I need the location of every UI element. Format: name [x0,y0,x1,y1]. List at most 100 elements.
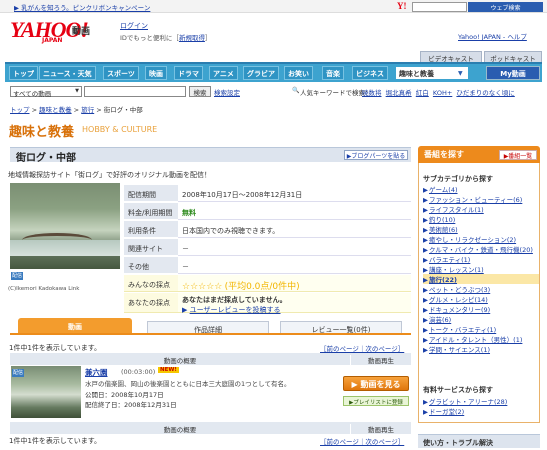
video-search-button[interactable]: 検索 [189,86,211,97]
paid-label[interactable]: ドーガ堂(2) [429,408,464,416]
breadcrumb-top[interactable]: トップ [10,106,30,114]
keyword-link[interactable]: ひだまりのなく頃に [456,89,514,97]
subcategory-item[interactable]: ▶グルメ・レシピ(14) [423,294,539,304]
login-link[interactable]: ログイン [120,21,148,31]
web-search-input[interactable] [412,2,467,12]
cat-tab-gravure[interactable]: グラビア [243,66,279,80]
search-settings-link[interactable]: 検索設定 [214,87,240,97]
subcategory-label[interactable]: ペット・どうぶつ(3) [429,286,490,294]
subcategory-heading: サブカテゴリから探す [423,175,493,183]
subcategory-item[interactable]: ▶バラエティ(1) [423,254,539,264]
new-badge: NEW! [158,367,179,373]
cat-tab-movies[interactable]: 映画 [145,66,167,80]
subcategory-label[interactable]: グルメ・レシピ(14) [429,296,488,304]
subcategory-label[interactable]: ゲーム(4) [429,186,458,194]
paid-heading: 有料サービスから探す [423,386,493,394]
subcategory-label[interactable]: 学問・サイエンス(1) [429,346,490,354]
my-douga-button[interactable]: My動画 [486,66,540,80]
subcategory-label[interactable]: バラエティ(1) [429,256,470,264]
video-title-link[interactable]: 兼六園 [85,367,108,378]
subcategory-label[interactable]: 癒やし・リラクゼーション(2) [429,236,516,244]
subcategory-item[interactable]: ▶癒やし・リラクゼーション(2) [423,234,539,244]
cat-tab-comedy[interactable]: お笑い [284,66,313,80]
subcategory-label[interactable]: 演芸(6) [429,316,451,324]
subcategory-item[interactable]: ▶講座・レッスン(1) [423,264,539,274]
yahoo-small-logo[interactable]: Y! [397,1,407,11]
blogparts-button[interactable]: ▶ブログパーツを貼る [344,150,408,160]
program-list-button[interactable]: ▶番組一覧 [499,150,537,160]
search-scope-value: すべての動画 [13,90,52,98]
arrow-icon: ▶ [423,316,428,324]
cat-tab-news[interactable]: ニュース・天気 [39,66,96,80]
info-label: 配信期間 [124,185,178,202]
watch-video-button[interactable]: ▶ 動画を見る [343,376,409,391]
service-name: 動画 [72,27,91,37]
tab-videocast[interactable]: ビデオキャスト [420,51,482,63]
keyword-link[interactable]: 紅白 [416,89,429,97]
header-links[interactable]: Yahoo! JAPAN - ヘルプ [458,31,527,41]
subcategory-label[interactable]: ファッション・ビューティー(6) [429,196,522,204]
search-scope-select[interactable]: すべての動画 ▼ [10,86,82,98]
subcategory-label[interactable]: アイドル・タレント（男性）(1) [429,336,522,344]
search-icon: 🔍 [292,87,300,94]
cat-tab-music[interactable]: 音楽 [322,66,344,80]
subcategory-item[interactable]: ▶旅行(22) [423,274,539,284]
list-header: 動画の概要 動画再生 [10,353,411,365]
program-description: 地域情報探訪サイト「街ログ」で好評のオリジナル動画を配信！ [8,171,211,179]
video-end-date: 配信終了日：2008年12月31日 [85,401,177,409]
cat-tab-business[interactable]: ビジネス [352,66,388,80]
my-rating-label: あなたの採点 [124,293,178,313]
cat-tab-drama[interactable]: ドラマ [174,66,203,80]
paid-label[interactable]: グラビット・アリーナ(28) [429,398,507,406]
web-search-button[interactable]: ウェブ検索 [468,2,543,12]
subcategory-label[interactable]: トーク・バラエティ(1) [429,326,496,334]
subcategory-label[interactable]: 釣り(10) [429,216,455,224]
subcategory-label[interactable]: クルマ・バイク・鉄道・飛行機(20) [429,246,533,254]
subcategory-item[interactable]: ▶ペット・どうぶつ(3) [423,284,539,294]
subcategory-item[interactable]: ▶学問・サイエンス(1) [423,344,539,354]
arrow-icon: ▶ [423,346,428,354]
subcategory-label[interactable]: 美術館(6) [429,226,458,234]
post-review-link[interactable]: ユーザーレビューを投稿する [190,306,281,314]
subcategory-item[interactable]: ▶ドキュメンタリー(9) [423,304,539,314]
subcategory-item[interactable]: ▶演芸(6) [423,314,539,324]
paid-item[interactable]: ▶ドーガ堂(2) [423,406,539,416]
keyword-link[interactable]: KOH+ [433,89,452,97]
breadcrumb-hobby[interactable]: 趣味と教養 [39,106,72,114]
subcategory-label[interactable]: ドキュメンタリー(9) [429,306,490,314]
subcategory-label[interactable]: 旅行(22) [429,276,457,284]
subcategory-item[interactable]: ▶ファッション・ビューティー(6) [423,194,539,204]
tab-podcast[interactable]: ポッドキャスト [484,51,542,63]
subcategory-item[interactable]: ▶美術館(6) [423,224,539,234]
subcategory-item[interactable]: ▶ゲーム(4) [423,184,539,194]
cat-tab-anime[interactable]: アニメ [209,66,238,80]
pager-bottom[interactable]: ［前のページ｜次のページ］ [320,436,404,446]
video-search-input[interactable] [84,86,186,97]
keyword-link[interactable]: 暁数将 [362,89,382,97]
breadcrumb-current: 街ログ・中部 [103,106,143,114]
subcategory-item[interactable]: ▶クルマ・バイク・鉄道・飛行機(20) [423,244,539,254]
cat-tab-sports[interactable]: スポーツ [103,66,139,80]
campaign-notice-link[interactable]: ▶ 乳がんを知ろう。ピンクリボンキャンペーン [14,2,150,12]
pager-top[interactable]: ［前のページ｜次のページ］ [320,343,404,353]
popular-keywords-label: 人気キーワードで検索： [300,89,372,97]
arrow-icon: ▶ [423,236,428,244]
breadcrumb-travel[interactable]: 旅行 [81,106,94,114]
subcategory-label[interactable]: 講座・レッスン(1) [429,266,484,274]
arrow-icon: ▶ [423,186,428,194]
subcategory-item[interactable]: ▶ライフスタイル(1) [423,204,539,214]
subcategory-label[interactable]: ライフスタイル(1) [429,206,484,214]
register-link[interactable]: 新規取得 [179,34,205,42]
subcategory-item[interactable]: ▶トーク・バラエティ(1) [423,324,539,334]
paid-item[interactable]: ▶グラビット・アリーナ(28) [423,396,539,406]
info-label: 関連サイト [124,239,178,256]
video-published: 公開日：2008年10月17日 [85,391,164,399]
col-play: 動画再生 [350,424,411,434]
subcategory-item[interactable]: ▶釣り(10) [423,214,539,224]
cat-tab-top[interactable]: トップ [9,66,38,80]
chevron-down-icon: ▼ [75,88,79,94]
chevron-down-icon[interactable]: ▼ [458,70,463,77]
keyword-link[interactable]: 堀北真希 [386,89,412,97]
add-playlist-button[interactable]: ▶プレイリストに登録 [343,396,409,406]
subcategory-item[interactable]: ▶アイドル・タレント（男性）(1) [423,334,539,344]
